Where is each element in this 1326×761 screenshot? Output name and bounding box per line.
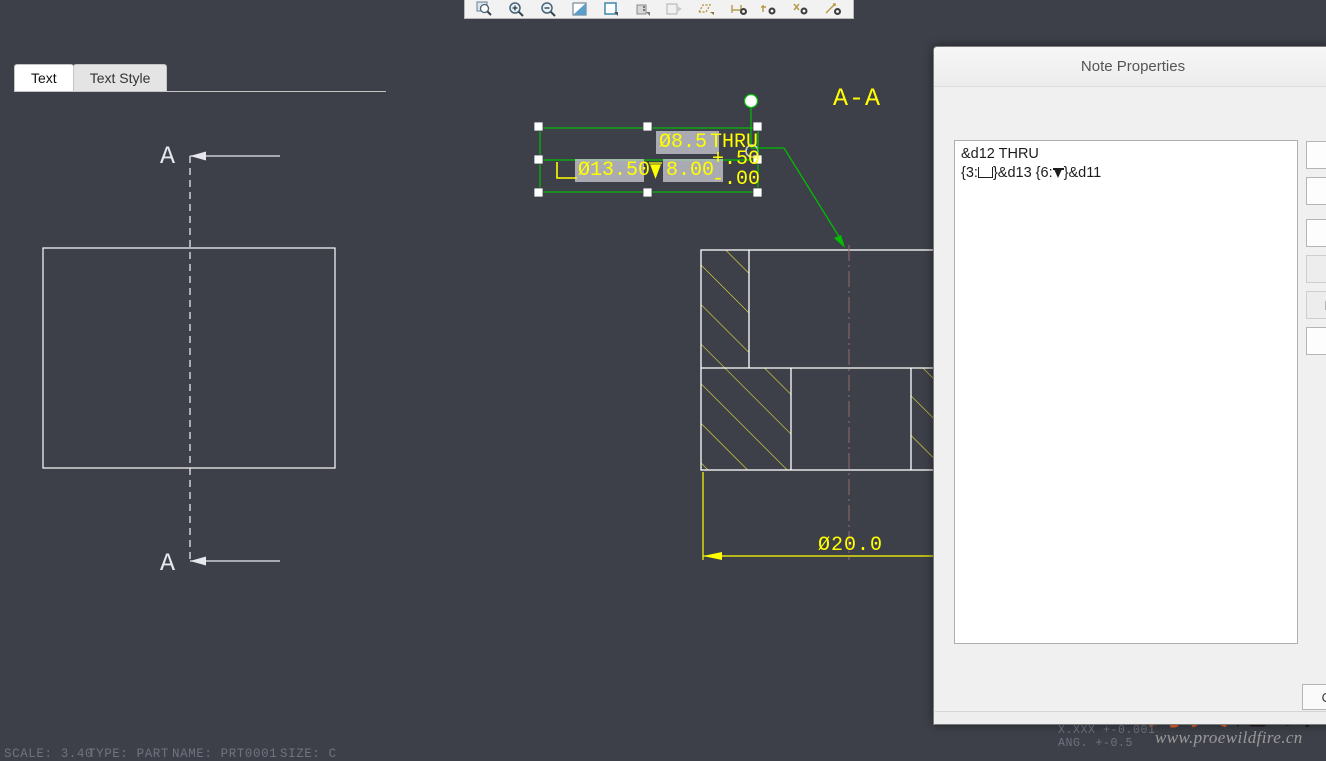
layer-display-icon[interactable] — [627, 0, 659, 18]
section-view-aa[interactable] — [700, 245, 942, 560]
dialog-footer — [935, 711, 1326, 724]
dimension-label-diameter-20: Ø20.0 — [818, 534, 884, 557]
datum-csys-display-icon[interactable] — [786, 0, 818, 18]
counterbore-symbol-icon — [977, 167, 993, 178]
title-block-name: NAME: PRT0001 — [172, 747, 278, 761]
note-text-line1: &d12 THRU — [961, 146, 1039, 162]
annotation-display-icon[interactable] — [817, 0, 849, 18]
depth-symbol-icon — [1052, 167, 1064, 179]
sheet-display-icon[interactable] — [596, 0, 628, 18]
view-toolbar[interactable] — [464, 0, 854, 19]
note-tolerance-lower: -.00 — [712, 168, 761, 191]
title-block-type: TYPE: PART — [88, 747, 170, 761]
watermark-url: www.proewildfire.cn — [1155, 728, 1303, 747]
repaint-icon[interactable] — [564, 0, 596, 18]
reset-button[interactable]: R — [1306, 291, 1326, 319]
note-text-line2-prefix: {3: — [961, 165, 978, 181]
note-dia-13-50: Ø13.50 — [578, 159, 651, 182]
insert-button[interactable] — [1306, 219, 1326, 247]
browse-button[interactable] — [1306, 327, 1326, 355]
tab-underline — [14, 91, 386, 92]
front-view[interactable] — [42, 247, 336, 469]
title-block-scale: SCALE: 3.40 — [4, 747, 94, 761]
note-depth-8-00: 8.00 — [666, 159, 715, 182]
edit-button[interactable] — [1306, 255, 1326, 283]
zoom-area-icon[interactable] — [469, 0, 501, 18]
section-mark-label-top: A — [160, 142, 176, 171]
ok-button[interactable]: OK — [1302, 684, 1326, 710]
section-view-label: A-A — [833, 84, 882, 113]
text-symbol-button[interactable] — [1306, 141, 1326, 169]
title-block-size: SIZE: C — [280, 747, 337, 761]
zoom-out-icon[interactable] — [532, 0, 564, 18]
note-text-editor[interactable]: &d12 THRU {3: }&d13 {6: }&d11 — [954, 140, 1298, 644]
tab-text-style[interactable]: Text Style — [72, 64, 168, 92]
section-line-a[interactable] — [189, 151, 280, 566]
note-dia-8-5: Ø8.5 — [659, 131, 708, 154]
dialog-tabstrip[interactable]: Text Text Style — [14, 64, 168, 92]
text-style-button[interactable] — [1306, 177, 1326, 205]
datum-axis-display-icon[interactable] — [722, 0, 754, 18]
datum-plane-display-icon[interactable] — [691, 0, 723, 18]
tolerance-linear: X.XXX +-0.001 — [1058, 724, 1156, 737]
sheet-next-icon[interactable] — [659, 0, 691, 18]
section-mark-label-bottom: A — [160, 549, 176, 578]
datum-point-display-icon[interactable] — [754, 0, 786, 18]
tab-text[interactable]: Text — [14, 64, 74, 92]
zoom-in-icon[interactable] — [501, 0, 533, 18]
tolerance-angular: ANG. +-0.5 — [1058, 737, 1134, 750]
dialog-title: Note Properties — [934, 47, 1326, 87]
note-text-line2-suffix: }&d11 — [1063, 165, 1102, 181]
note-text-line2-mid: }&d13 {6: — [992, 165, 1053, 181]
